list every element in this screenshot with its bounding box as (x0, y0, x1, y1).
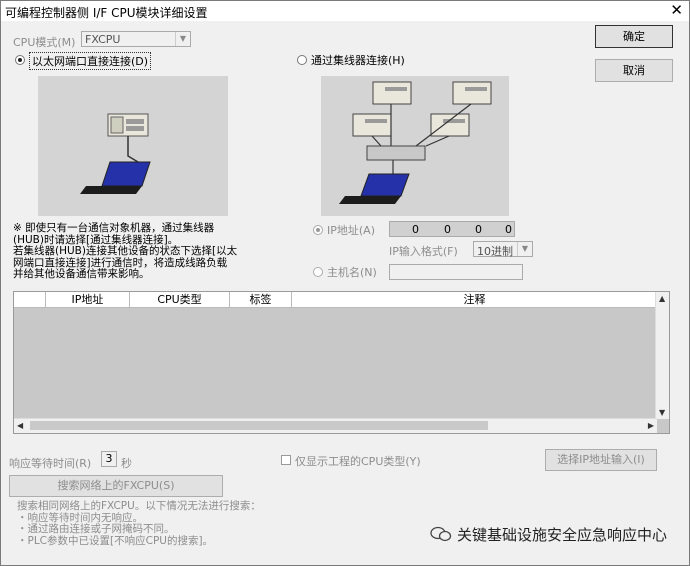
note-line: 若集线器(HUB)连接其他设备的状态下选择[以太 (13, 245, 238, 257)
search-info-line: 搜索相同网络上的FXCPU。以下情况无法进行搜索： (17, 500, 261, 512)
search-info: 搜索相同网络上的FXCPU。以下情况无法进行搜索： ・响应等待时间内无响应。 ・… (17, 500, 261, 547)
response-wait-input[interactable]: 3 (101, 451, 117, 467)
radio-host-name[interactable] (313, 267, 323, 277)
ip-octet: 0 (475, 223, 482, 236)
note-line: ※ 即使只有一台通信对象机器，通过集线器 (13, 222, 215, 234)
show-only-project-cpu-checkbox[interactable] (281, 455, 291, 465)
cancel-button[interactable]: 取消 (595, 59, 673, 82)
scroll-down-icon[interactable]: ▼ (659, 408, 665, 417)
response-wait-unit: 秒 (121, 457, 132, 470)
table-header-cell (14, 292, 46, 307)
column-label[interactable]: 标签 (230, 292, 292, 307)
radio-ip-address[interactable] (313, 225, 323, 235)
cpu-list-table[interactable]: IP地址 CPU类型 标签 注释 ▲ ▼ ◀ ▶ (13, 291, 670, 434)
ok-button[interactable]: 确定 (595, 25, 673, 48)
scroll-thumb[interactable] (30, 421, 488, 430)
ip-format-value: 10进制 (477, 245, 513, 258)
response-wait-value: 3 (105, 452, 113, 465)
ip-format-select[interactable]: 10进制 ▼ (473, 241, 533, 258)
vertical-scrollbar[interactable]: ▲ ▼ (655, 292, 669, 419)
scroll-left-icon[interactable]: ◀ (17, 421, 23, 430)
watermark-text: 关键基础设施安全应急响应中心 (456, 526, 667, 544)
cpu-mode-select[interactable]: FXCPU ▼ (81, 31, 191, 47)
table-header: IP地址 CPU类型 标签 注释 (14, 292, 657, 308)
hub-connection-diagram (339, 81, 492, 204)
laptop-icon (80, 161, 151, 194)
search-info-line: ・PLC参数中已设置[不响应CPU的搜索]。 (17, 534, 214, 547)
scroll-up-icon[interactable]: ▲ (659, 294, 665, 303)
close-icon[interactable]: ✕ (670, 2, 683, 18)
note-line: 并给其他设备通信带来影响。 (13, 268, 150, 280)
scroll-right-icon[interactable]: ▶ (648, 421, 654, 430)
laptop-icon (360, 173, 410, 197)
ip-octet: 0 (505, 223, 512, 236)
wechat-icon (430, 526, 452, 542)
window-title: 可编程控制器侧 I/F CPU模块详细设置 (5, 6, 208, 20)
watermark: 关键基础设施安全应急响应中心 (430, 524, 667, 545)
select-ip-input-button[interactable]: 选择IP地址输入(I) (545, 449, 657, 471)
host-name-label: 主机名(N) (327, 266, 377, 279)
hub-connection-label[interactable]: 通过集线器连接(H) (311, 52, 405, 68)
horizontal-scrollbar[interactable]: ◀ ▶ (14, 418, 657, 433)
dialog-window: 可编程控制器侧 I/F CPU模块详细设置 ✕ CPU模式(M) FXCPU ▼… (0, 0, 690, 566)
ip-address-field[interactable]: 0 0 0 0 (389, 221, 515, 237)
direct-connection-image (38, 76, 228, 216)
hub-connection-image (321, 76, 509, 216)
search-info-line: ・通过路由连接或子网掩码不同。 (17, 523, 175, 535)
chevron-down-icon: ▼ (175, 32, 190, 46)
title-bar: 可编程控制器侧 I/F CPU模块详细设置 ✕ (1, 1, 689, 21)
response-wait-label: 响应等待时间(R) (9, 457, 92, 470)
search-network-button[interactable]: 搜索网络上的FXCPU(S) (9, 475, 223, 497)
column-cpu-type[interactable]: CPU类型 (130, 292, 230, 307)
chevron-down-icon: ▼ (517, 242, 532, 256)
direct-connection-label[interactable]: 以太网端口直接连接(D) (29, 52, 152, 70)
ip-address-label: IP地址(A) (327, 224, 375, 237)
radio-hub-connection[interactable] (297, 55, 307, 65)
show-only-project-cpu-label[interactable]: 仅显示工程的CPU类型(Y) (295, 453, 421, 469)
column-comment[interactable]: 注释 (292, 292, 657, 307)
ip-octet: 0 (412, 223, 419, 236)
cpu-mode-value: FXCPU (85, 33, 121, 46)
column-ip-address[interactable]: IP地址 (46, 292, 130, 307)
hub-icon (366, 145, 426, 161)
ip-format-label: IP输入格式(F) (389, 245, 458, 258)
host-name-field[interactable] (389, 264, 523, 280)
radio-direct-connection[interactable] (15, 55, 25, 65)
plc-icon (107, 113, 149, 137)
direct-connection-diagram (80, 113, 151, 194)
connection-note: ※ 即使只有一台通信对象机器，通过集线器 (HUB)时请选择[通过集线器连接]。… (13, 222, 238, 281)
ip-octet: 0 (444, 223, 451, 236)
cpu-mode-label: CPU模式(M) (13, 36, 76, 49)
